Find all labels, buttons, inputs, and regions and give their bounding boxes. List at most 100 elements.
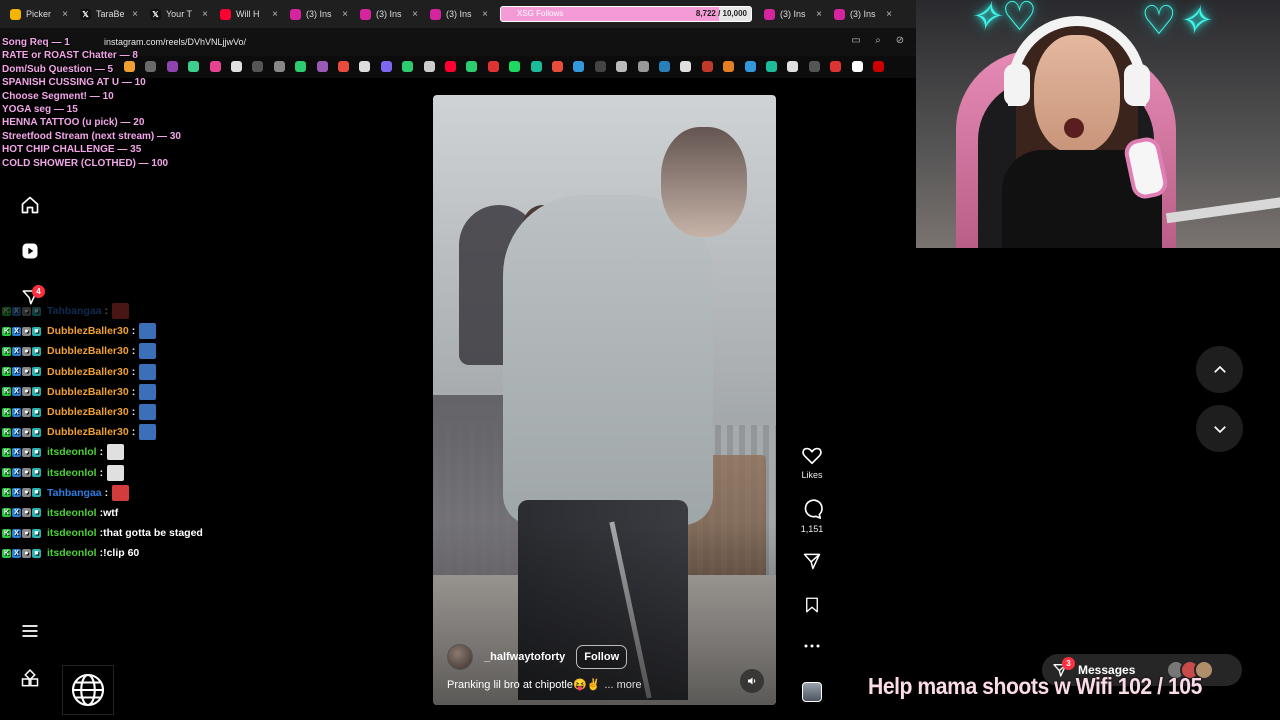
more-options-icon[interactable] xyxy=(797,641,827,651)
close-icon[interactable]: × xyxy=(62,9,68,20)
bookmark-favicon-icon[interactable] xyxy=(573,61,585,72)
tab-browser.tabs-5[interactable]: (3) Ins × xyxy=(354,3,424,25)
save-action[interactable] xyxy=(797,595,827,615)
sub-badge-icon: ■ xyxy=(32,488,41,498)
close-icon[interactable]: × xyxy=(132,9,138,20)
eye-off-icon[interactable]: ⊘ xyxy=(894,35,906,47)
reels-icon[interactable] xyxy=(19,240,41,262)
bookmark-favicon-icon[interactable] xyxy=(188,61,200,72)
bookmark-favicon-icon[interactable] xyxy=(744,61,756,72)
chat-username[interactable]: itsdeonlol xyxy=(47,547,97,559)
audio-thumbnail[interactable] xyxy=(802,682,822,702)
x-badge-icon: X xyxy=(12,306,21,316)
share-action[interactable] xyxy=(797,551,827,571)
heart-icon[interactable] xyxy=(801,444,823,466)
stream-menu-item: RATE or ROAST Chatter — 8 xyxy=(2,50,138,62)
bookmark-favicon-icon[interactable] xyxy=(530,61,542,72)
previous-reel-button[interactable] xyxy=(1196,346,1243,393)
close-icon[interactable]: × xyxy=(482,9,488,20)
bookmark-favicon-icon[interactable] xyxy=(830,61,842,72)
chat-username[interactable]: itsdeonlol xyxy=(47,507,97,519)
bookmark-favicon-icon[interactable] xyxy=(701,61,713,72)
bookmark-favicon-icon[interactable] xyxy=(487,61,499,72)
bookmark-favicon-icon[interactable] xyxy=(338,61,349,72)
tab-browser.tabs-0[interactable]: Picker × xyxy=(4,3,74,25)
close-icon[interactable]: × xyxy=(342,9,348,20)
instagram-icon xyxy=(430,8,441,20)
home-icon[interactable] xyxy=(19,194,41,216)
bookmark-favicon-icon[interactable] xyxy=(637,61,649,72)
close-icon[interactable]: × xyxy=(412,9,418,20)
chat-separator: : xyxy=(99,446,104,459)
chat-username[interactable]: DubblezBaller30 xyxy=(47,406,129,418)
bookmark-favicon-icon[interactable] xyxy=(445,61,456,72)
caption-more-link[interactable]: ... more xyxy=(604,679,641,691)
tab-browser.tabs-3[interactable]: Will H × xyxy=(214,3,284,25)
bookmark-favicon-icon[interactable] xyxy=(466,61,478,72)
apps-icon[interactable] xyxy=(19,668,41,690)
bookmark-favicon-icon[interactable] xyxy=(273,61,285,72)
like-action[interactable]: Likes xyxy=(797,444,827,480)
bookmark-favicon-icon[interactable] xyxy=(359,61,371,72)
next-reel-button[interactable] xyxy=(1196,405,1243,452)
chat-username[interactable]: DubblezBaller30 xyxy=(47,325,129,337)
bookmark-favicon-icon[interactable] xyxy=(787,61,799,72)
reel-video[interactable] xyxy=(433,95,776,705)
close-icon[interactable]: × xyxy=(816,9,822,20)
bookmark-favicon-icon[interactable] xyxy=(231,61,242,72)
tab-browser.tabs_right-0[interactable]: (3) Ins × xyxy=(758,3,828,25)
chat-username[interactable]: DubblezBaller30 xyxy=(47,386,129,398)
tab-browser.tabs_right-1[interactable]: (3) Ins × xyxy=(828,3,898,25)
close-icon[interactable]: × xyxy=(886,9,892,20)
author-avatar[interactable] xyxy=(447,644,473,670)
author-username[interactable]: _halfwaytoforty xyxy=(484,651,565,663)
comment-action[interactable]: 1,151 xyxy=(797,498,827,534)
bookmark-favicon-icon[interactable] xyxy=(380,61,392,72)
chat-emote-icon xyxy=(112,303,130,320)
globe-icon[interactable] xyxy=(62,665,114,715)
bookmark-favicon-icon[interactable] xyxy=(423,61,435,72)
bookmark-favicon-icon[interactable] xyxy=(402,61,414,72)
menu-icon[interactable] xyxy=(19,620,41,642)
close-icon[interactable]: × xyxy=(202,9,208,20)
chat-username[interactable]: Tahbangaa xyxy=(47,487,102,499)
bookmark-favicon-icon[interactable] xyxy=(509,61,521,72)
bookmark-favicon-icon[interactable] xyxy=(252,61,264,72)
bookmark-favicon-icon[interactable] xyxy=(209,61,221,72)
chat-username[interactable]: DubblezBaller30 xyxy=(47,366,129,378)
zoom-icon[interactable]: ⌕ xyxy=(872,35,884,47)
bookmark-favicon-icon[interactable] xyxy=(723,61,735,72)
tab-browser.tabs-4[interactable]: (3) Ins × xyxy=(284,3,354,25)
follow-button[interactable]: Follow xyxy=(576,645,628,669)
bookmark-favicon-icon[interactable] xyxy=(873,61,884,72)
bookmark-favicon-icon[interactable] xyxy=(316,61,328,72)
volume-icon[interactable] xyxy=(740,669,764,693)
bookmark-favicon-icon[interactable] xyxy=(659,61,670,72)
bookmark-icon[interactable] xyxy=(803,595,821,615)
chat-username[interactable]: DubblezBaller30 xyxy=(47,426,129,438)
bookmark-favicon-icon[interactable] xyxy=(851,61,863,72)
bookmark-favicon-icon[interactable] xyxy=(295,61,307,72)
bookmark-favicon-icon[interactable] xyxy=(766,61,777,72)
chat-username[interactable]: itsdeonlol xyxy=(47,446,97,458)
tab-browser.tabs-1[interactable]: 𝕏 TaraBe × xyxy=(74,3,144,25)
chat-username[interactable]: Tahbangaa xyxy=(47,305,102,317)
chat-username[interactable]: DubblezBaller30 xyxy=(47,345,129,357)
tab-browser.tabs-2[interactable]: 𝕏 Your T × xyxy=(144,3,214,25)
tab-browser.tabs-6[interactable]: (3) Ins × xyxy=(424,3,494,25)
bookmark-favicon-icon[interactable] xyxy=(808,61,820,72)
bookmark-favicon-icon[interactable] xyxy=(680,61,692,72)
bookmark-favicon-icon[interactable] xyxy=(552,61,563,72)
comment-icon[interactable] xyxy=(801,498,823,520)
bookmark-favicon-icon[interactable] xyxy=(616,61,628,72)
instagram-icon xyxy=(834,8,845,20)
share-icon[interactable] xyxy=(802,551,822,571)
chat-username[interactable]: itsdeonlol xyxy=(47,527,97,539)
bookmark-favicon-icon[interactable] xyxy=(594,61,606,72)
cast-icon[interactable]: ▭ xyxy=(850,35,862,47)
stream-menu-item: Choose Segment! — 10 xyxy=(2,90,114,102)
close-icon[interactable]: × xyxy=(272,9,278,20)
kick-badge-icon: K xyxy=(2,387,11,397)
chat-username[interactable]: itsdeonlol xyxy=(47,467,97,479)
x-badge-icon: X xyxy=(12,548,21,558)
